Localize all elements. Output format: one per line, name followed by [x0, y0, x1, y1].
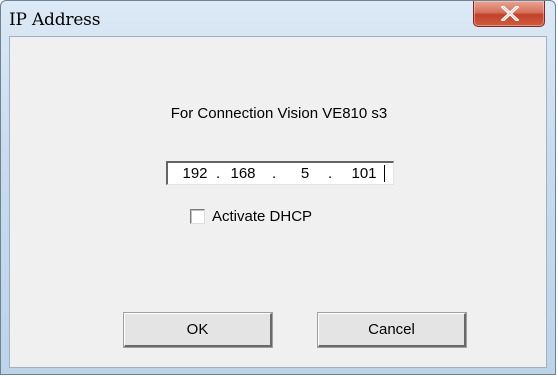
ip-octet-3[interactable]: 5 — [290, 165, 320, 182]
dialog-client-area: For Connection Vision VE810 s3 192 . 168… — [9, 36, 547, 368]
close-button[interactable] — [473, 1, 545, 27]
dialog-window: IP Address For Connection Vision VE810 s… — [0, 0, 556, 375]
ip-octet-2[interactable]: 168 — [228, 165, 258, 182]
cancel-button[interactable]: Cancel — [318, 313, 466, 347]
dhcp-checkbox[interactable] — [190, 209, 205, 224]
ip-address-input[interactable]: 192 . 168 . 5 . 101 — [166, 161, 394, 185]
ip-separator: . — [272, 165, 277, 182]
title-bar[interactable]: IP Address — [1, 1, 555, 37]
ok-button[interactable]: OK — [124, 313, 272, 347]
window-title: IP Address — [9, 10, 101, 30]
connection-label: For Connection Vision VE810 s3 — [170, 105, 388, 122]
ip-octet-4[interactable]: 101 — [346, 165, 382, 182]
ip-octet-1[interactable]: 192 — [180, 165, 210, 182]
dhcp-label[interactable]: Activate DHCP — [212, 208, 312, 225]
close-icon — [501, 6, 519, 21]
ip-separator: . — [328, 165, 333, 182]
ip-separator: . — [216, 165, 221, 182]
text-caret — [384, 165, 385, 182]
